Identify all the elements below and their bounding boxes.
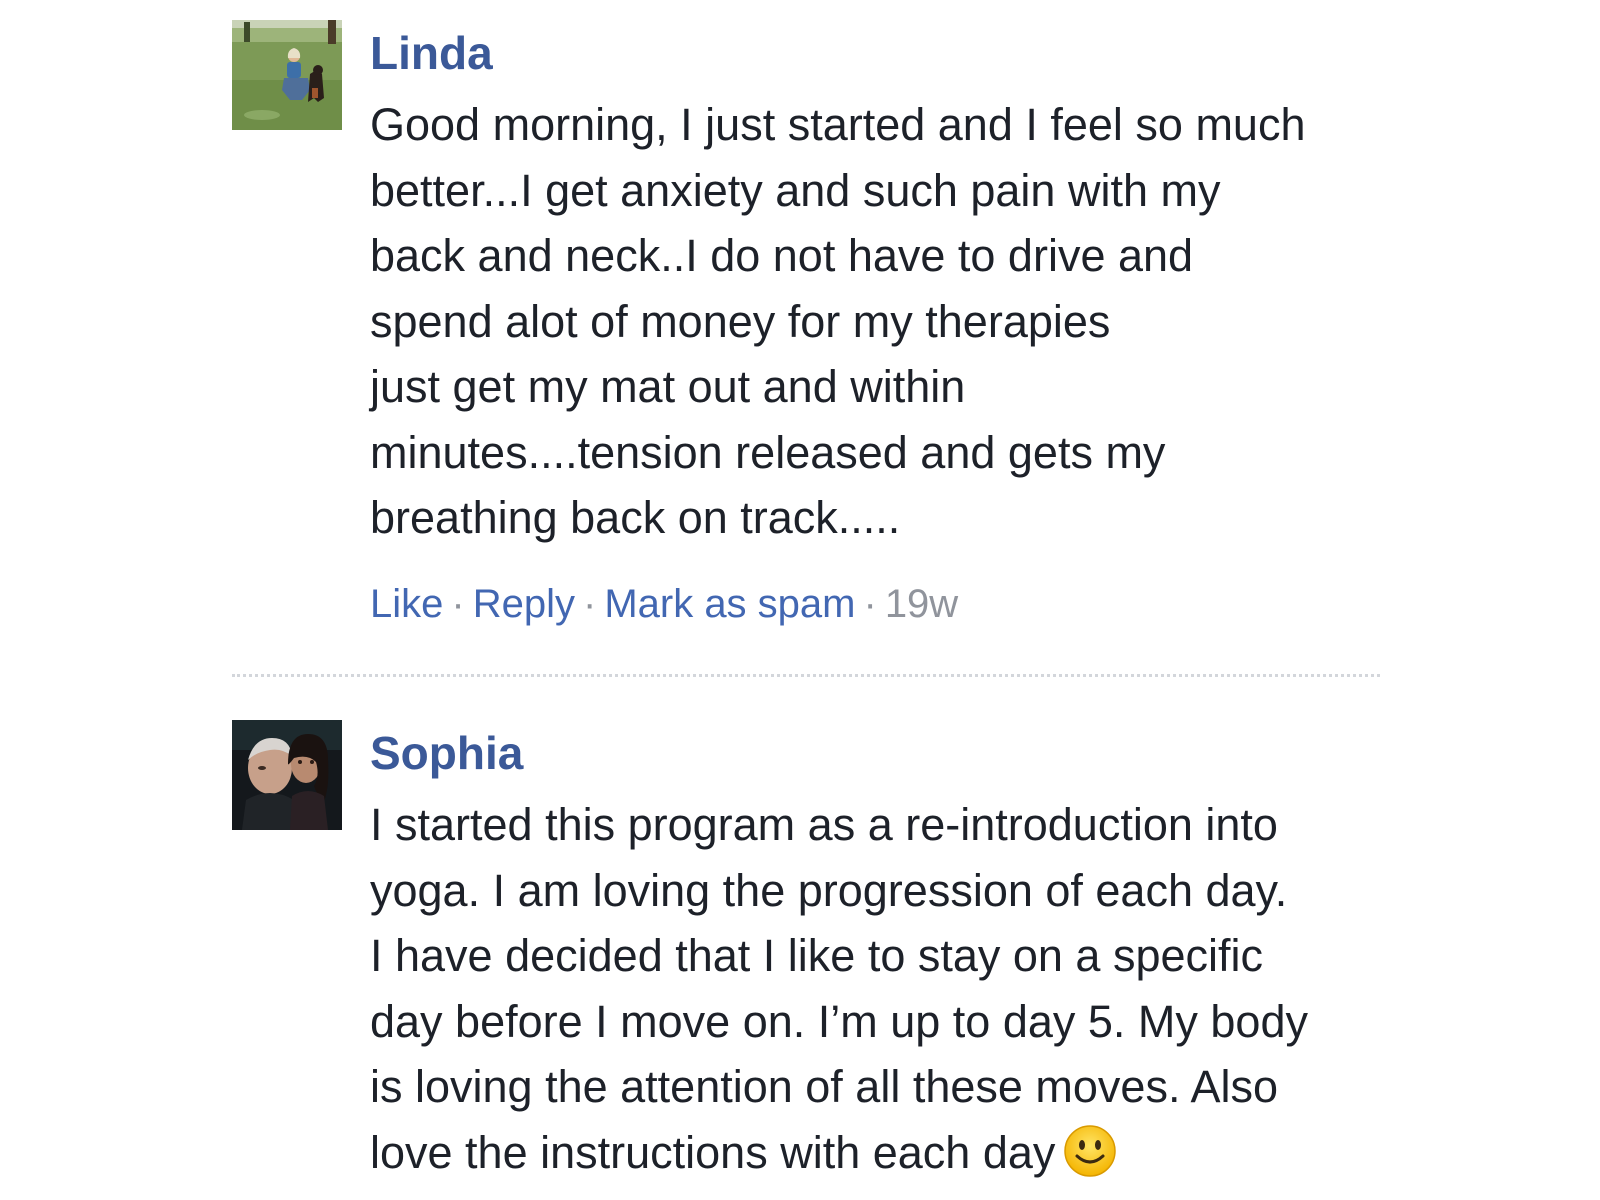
- profile-photo-couple-icon: [232, 720, 342, 830]
- comment-timestamp[interactable]: 19w: [885, 582, 958, 626]
- separator-dot: ·: [863, 581, 877, 626]
- separator-dot: ·: [582, 581, 597, 626]
- comment-author-link[interactable]: Linda: [370, 22, 1380, 84]
- avatar[interactable]: [232, 720, 342, 830]
- mark-as-spam-link[interactable]: Mark as spam: [604, 582, 855, 626]
- avatar[interactable]: [232, 20, 342, 130]
- comment-divider: [232, 674, 1380, 677]
- comment-author-link[interactable]: Sophia: [370, 722, 1380, 784]
- profile-photo-woman-with-dog-icon: [232, 20, 342, 130]
- separator-dot: ·: [451, 581, 465, 626]
- comment-text: I started this program as a re-introduct…: [370, 792, 1380, 1195]
- comment-text-content: I started this program as a re-introduct…: [370, 799, 1308, 1178]
- reply-link[interactable]: Reply: [473, 582, 575, 626]
- like-link[interactable]: Like: [370, 582, 443, 626]
- comment-actions: Like · Reply · Mark as spam · 19w: [370, 579, 1380, 629]
- smiley-face-emoji-icon: [1063, 1124, 1117, 1196]
- comment-text: Good morning, I just started and I feel …: [370, 99, 1306, 543]
